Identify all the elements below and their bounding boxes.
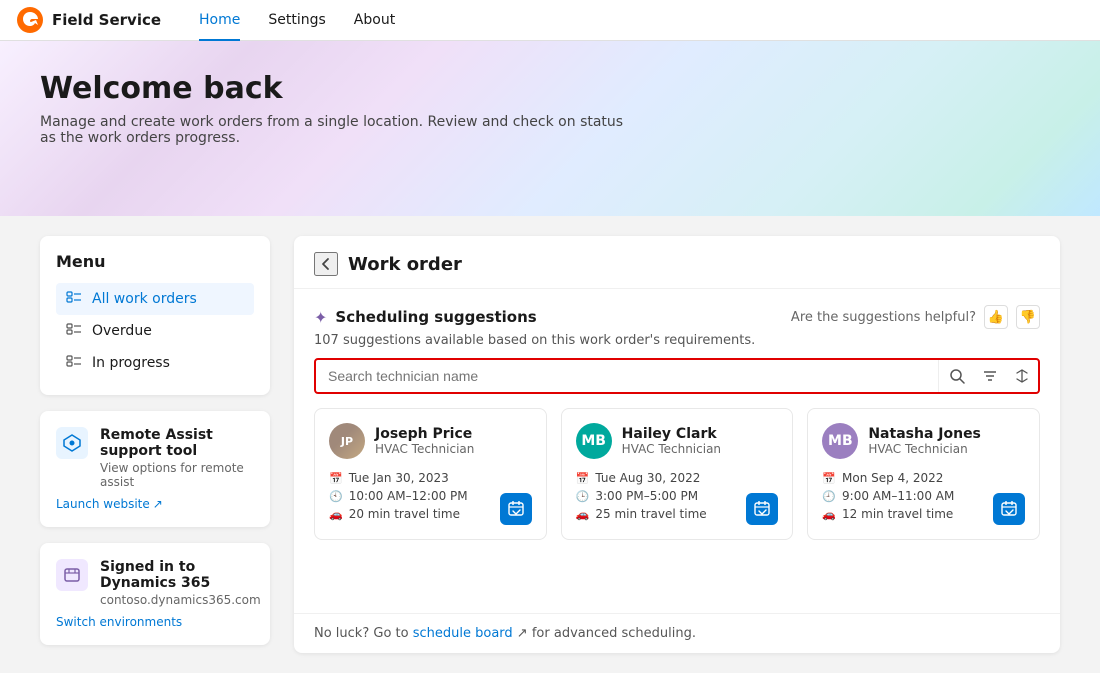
tech-date-1: 📅 Tue Aug 30, 2022 xyxy=(576,471,779,485)
calendar-icon-1: 📅 xyxy=(576,472,590,485)
tech-date-2: 📅 Mon Sep 4, 2022 xyxy=(822,471,1025,485)
dynamics-text: Signed in to Dynamics 365 contoso.dynami… xyxy=(100,559,261,607)
nav-items: Home Settings About xyxy=(185,0,409,41)
panel-title: Work order xyxy=(348,254,462,275)
tech-card-2: MB Natasha Jones HVAC Technician 📅 Mon S… xyxy=(807,408,1040,540)
main-panel: Work order ✦ Scheduling suggestions Are … xyxy=(294,236,1060,653)
all-work-orders-icon xyxy=(66,291,82,307)
remote-assist-icon xyxy=(56,427,88,459)
spark-icon: ✦ xyxy=(314,308,327,327)
remote-assist-desc: View options for remote assist xyxy=(100,461,254,489)
dynamics-header: Signed in to Dynamics 365 contoso.dynami… xyxy=(56,559,254,607)
thumbs-down-button[interactable]: 👎 xyxy=(1016,305,1040,329)
calendar-icon-0: 📅 xyxy=(329,472,343,485)
dynamics-desc: contoso.dynamics365.com xyxy=(100,593,261,607)
panel-header: Work order xyxy=(294,236,1060,289)
app-logo: Field Service xyxy=(16,6,161,34)
hero-title: Welcome back xyxy=(40,71,1060,106)
switch-environments-link[interactable]: Switch environments xyxy=(56,615,254,629)
tech-name-1: Hailey Clark xyxy=(622,426,721,442)
tech-role-0: HVAC Technician xyxy=(375,442,474,456)
tech-info-0: Joseph Price HVAC Technician xyxy=(375,426,474,456)
clock-icon-0: 🕙 xyxy=(329,490,343,503)
overdue-icon xyxy=(66,323,82,339)
tech-name-2: Natasha Jones xyxy=(868,426,981,442)
nav-about[interactable]: About xyxy=(340,0,409,41)
remote-assist-card: Remote Assist support tool View options … xyxy=(40,411,270,527)
tech-header-2: MB Natasha Jones HVAC Technician xyxy=(822,423,1025,459)
tech-avatar-2: MB xyxy=(822,423,858,459)
hero-banner: Welcome back Manage and create work orde… xyxy=(0,41,1100,216)
tech-role-2: HVAC Technician xyxy=(868,442,981,456)
main-area: Welcome back Manage and create work orde… xyxy=(0,41,1100,673)
tech-date-0: 📅 Tue Jan 30, 2023 xyxy=(329,471,532,485)
scheduling-section: ✦ Scheduling suggestions Are the suggest… xyxy=(294,289,1060,564)
sidebar: Menu All work orders xyxy=(40,236,270,653)
technician-cards: JP Joseph Price HVAC Technician 📅 Tue Ja… xyxy=(314,408,1040,548)
car-icon-1: 🚗 xyxy=(576,508,590,521)
book-button-1[interactable] xyxy=(746,493,778,525)
footer-prefix: No luck? Go to xyxy=(314,626,413,641)
tech-card-1: MB Hailey Clark HVAC Technician 📅 Tue Au… xyxy=(561,408,794,540)
book-button-0[interactable] xyxy=(500,493,532,525)
scheduling-title: Scheduling suggestions xyxy=(335,308,536,326)
all-work-orders-label: All work orders xyxy=(92,291,197,307)
clock-icon-1: 🕒 xyxy=(576,490,590,503)
footer-suffix: for advanced scheduling. xyxy=(532,626,696,641)
scheduling-count: 107 suggestions available based on this … xyxy=(314,333,1040,348)
launch-website-link[interactable]: Launch website ↗ xyxy=(56,497,254,511)
hero-subtitle: Manage and create work orders from a sin… xyxy=(40,114,640,146)
search-bar xyxy=(314,358,1040,394)
search-input[interactable] xyxy=(316,368,938,384)
app-logo-icon xyxy=(16,6,44,34)
search-button[interactable] xyxy=(938,358,974,394)
dynamics-card: Signed in to Dynamics 365 contoso.dynami… xyxy=(40,543,270,645)
menu-title: Menu xyxy=(56,252,254,271)
remote-assist-title: Remote Assist support tool xyxy=(100,427,254,459)
tech-avatar-0: JP xyxy=(329,423,365,459)
calendar-icon-2: 📅 xyxy=(822,472,836,485)
menu-card: Menu All work orders xyxy=(40,236,270,395)
helpful-row: Are the suggestions helpful? 👍 👎 xyxy=(791,305,1040,329)
helpful-label: Are the suggestions helpful? xyxy=(791,310,976,325)
menu-item-in-progress[interactable]: In progress xyxy=(56,347,254,379)
thumbs-up-button[interactable]: 👍 xyxy=(984,305,1008,329)
tech-name-0: Joseph Price xyxy=(375,426,474,442)
book-button-2[interactable] xyxy=(993,493,1025,525)
tech-header-0: JP Joseph Price HVAC Technician xyxy=(329,423,532,459)
remote-assist-text: Remote Assist support tool View options … xyxy=(100,427,254,489)
sort-button[interactable] xyxy=(1006,358,1038,394)
in-progress-icon xyxy=(66,355,82,371)
scheduling-header: ✦ Scheduling suggestions Are the suggest… xyxy=(314,305,1040,329)
dynamics-title: Signed in to Dynamics 365 xyxy=(100,559,261,591)
content-area: Menu All work orders xyxy=(0,216,1100,673)
external-link-icon-footer: ↗ xyxy=(517,626,528,641)
filter-button[interactable] xyxy=(974,358,1006,394)
nav-home[interactable]: Home xyxy=(185,0,254,41)
schedule-board-link[interactable]: schedule board xyxy=(413,626,513,641)
car-icon-0: 🚗 xyxy=(329,508,343,521)
tech-avatar-1: MB xyxy=(576,423,612,459)
remote-assist-header: Remote Assist support tool View options … xyxy=(56,427,254,489)
tech-info-2: Natasha Jones HVAC Technician xyxy=(868,426,981,456)
dynamics-icon xyxy=(56,559,88,591)
tech-card-0: JP Joseph Price HVAC Technician 📅 Tue Ja… xyxy=(314,408,547,540)
external-link-icon: ↗ xyxy=(153,497,163,511)
clock-icon-2: 🕘 xyxy=(822,490,836,503)
menu-item-overdue[interactable]: Overdue xyxy=(56,315,254,347)
scheduling-title-row: ✦ Scheduling suggestions xyxy=(314,308,537,327)
tech-role-1: HVAC Technician xyxy=(622,442,721,456)
top-navigation: Field Service Home Settings About xyxy=(0,0,1100,41)
tech-header-1: MB Hailey Clark HVAC Technician xyxy=(576,423,779,459)
in-progress-label: In progress xyxy=(92,355,170,371)
tech-info-1: Hailey Clark HVAC Technician xyxy=(622,426,721,456)
app-title: Field Service xyxy=(52,11,161,29)
overdue-label: Overdue xyxy=(92,323,152,339)
menu-item-all-work-orders[interactable]: All work orders xyxy=(56,283,254,315)
panel-footer: No luck? Go to schedule board ↗ for adva… xyxy=(294,613,1060,653)
back-button[interactable] xyxy=(314,252,338,276)
car-icon-2: 🚗 xyxy=(822,508,836,521)
nav-settings[interactable]: Settings xyxy=(254,0,339,41)
